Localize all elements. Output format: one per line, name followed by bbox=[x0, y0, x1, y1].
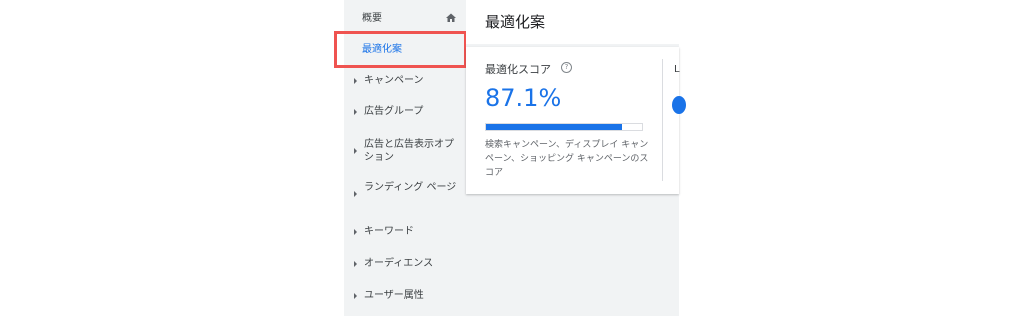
sidebar-item-label: ユーザー属性 bbox=[364, 290, 424, 301]
sidebar-item-overview[interactable]: 概要 bbox=[344, 12, 466, 26]
chevron-right-icon bbox=[354, 148, 357, 154]
sidebar-item-campaigns[interactable]: キャンペーン bbox=[344, 74, 466, 88]
sidebar-item-demographics[interactable]: ユーザー属性 bbox=[344, 289, 466, 303]
chevron-right-icon bbox=[354, 261, 357, 267]
chevron-right-icon bbox=[354, 78, 357, 84]
page-header: 最適化案 bbox=[466, 0, 679, 44]
chevron-right-icon bbox=[354, 293, 357, 299]
chevron-right-icon bbox=[354, 229, 357, 235]
sidebar-item-label: オーディエンス bbox=[364, 258, 434, 269]
sidebar-item-label: キャンペーン bbox=[364, 75, 424, 86]
home-icon bbox=[446, 13, 456, 22]
help-icon[interactable]: ? bbox=[561, 62, 572, 73]
divider bbox=[662, 59, 663, 181]
optimization-score: 87.1% bbox=[485, 84, 562, 112]
sidebar-item-ad-groups[interactable]: 広告グループ bbox=[344, 105, 466, 119]
sidebar-item-ads-extensions[interactable]: 広告と広告表示オプション bbox=[344, 138, 466, 166]
sidebar-item-label: キーワード bbox=[364, 226, 414, 237]
chevron-right-icon bbox=[354, 109, 357, 115]
sidebar-item-label: 広告と広告表示オプション bbox=[364, 139, 454, 163]
card-title: 最適化スコア bbox=[485, 63, 551, 76]
score-progress-fill bbox=[486, 124, 622, 130]
page-title: 最適化案 bbox=[485, 13, 546, 31]
sidebar-item-landing-pages[interactable]: ランディング ページ bbox=[344, 181, 466, 209]
main-content: 最適化案 最適化スコア ? 87.1% 検索キャンペーン、ディスプレイ キャンペ… bbox=[466, 0, 686, 316]
sidebar-item-label: ランディング ページ bbox=[364, 182, 457, 193]
optimization-score-card: 最適化スコア ? 87.1% 検索キャンペーン、ディスプレイ キャンペーン、ショ… bbox=[466, 47, 686, 194]
highlight-box bbox=[334, 31, 467, 68]
sidebar-item-label: 広告グループ bbox=[364, 106, 424, 117]
score-description: 検索キャンペーン、ディスプレイ キャンペーン、ショッピング キャンペーンのスコア bbox=[485, 140, 649, 178]
sidebar-item-keywords[interactable]: キーワード bbox=[344, 225, 466, 239]
sidebar-item-label: 概要 bbox=[362, 13, 382, 24]
chevron-right-icon bbox=[354, 191, 357, 197]
score-progress-bar bbox=[485, 123, 643, 131]
truncated-indicator bbox=[672, 96, 686, 114]
sidebar-item-audiences[interactable]: オーディエンス bbox=[344, 257, 466, 271]
truncated-card-label: L bbox=[674, 64, 680, 75]
